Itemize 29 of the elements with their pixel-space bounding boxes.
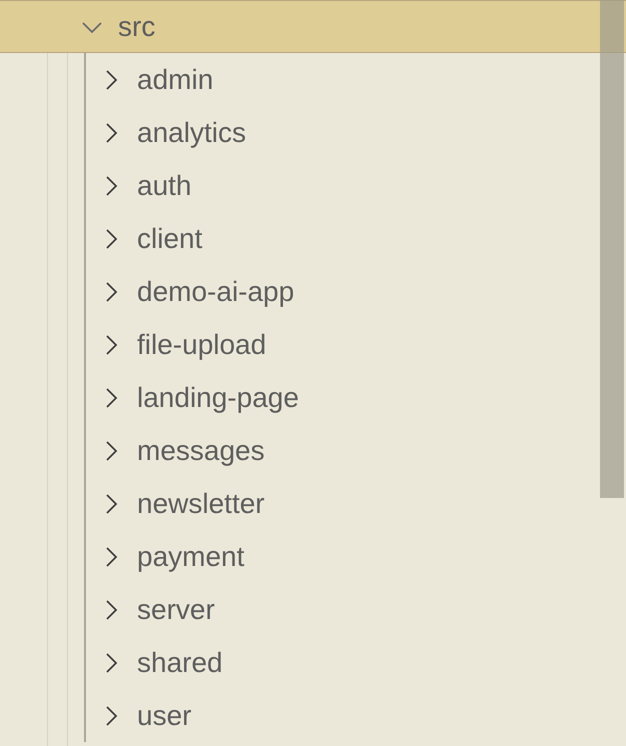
folder-name: auth	[137, 172, 192, 200]
folder-row[interactable]: shared	[0, 636, 626, 689]
folder-row[interactable]: messages	[0, 424, 626, 477]
folder-row[interactable]: auth	[0, 159, 626, 212]
folder-row[interactable]: newsletter	[0, 477, 626, 530]
folder-row[interactable]: landing-page	[0, 371, 626, 424]
folder-row[interactable]: file-upload	[0, 318, 626, 371]
folder-row[interactable]: analytics	[0, 106, 626, 159]
folder-name: shared	[137, 648, 223, 676]
folder-name: payment	[137, 542, 244, 570]
folder-name: demo-ai-app	[137, 278, 294, 306]
folder-name: src	[118, 12, 156, 40]
folder-name: server	[137, 596, 215, 624]
scrollbar-thumb[interactable]	[600, 0, 624, 498]
folder-name: file-upload	[137, 330, 266, 358]
folder-name: analytics	[137, 118, 246, 146]
folder-name: messages	[137, 436, 265, 464]
folder-row[interactable]: demo-ai-app	[0, 265, 626, 318]
folder-row[interactable]: user	[0, 689, 626, 742]
folder-row[interactable]: server	[0, 583, 626, 636]
folder-name: user	[137, 702, 192, 730]
folder-row[interactable]: payment	[0, 530, 626, 583]
folder-name: newsletter	[137, 490, 265, 518]
folder-name: landing-page	[137, 384, 299, 412]
folder-row[interactable]: admin	[0, 53, 626, 106]
folder-name: client	[137, 224, 202, 252]
folder-row[interactable]: src	[0, 0, 626, 53]
folder-name: admin	[137, 66, 214, 94]
folder-row[interactable]: client	[0, 212, 626, 265]
